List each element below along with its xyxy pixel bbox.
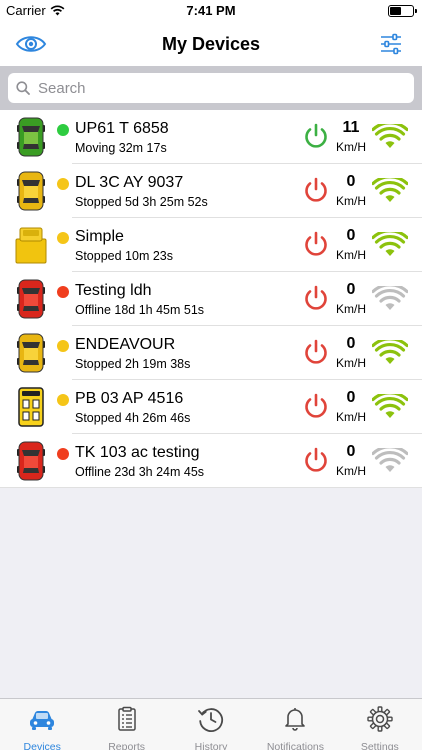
speed-readout: 0 Km/H [330,443,372,479]
signal-icon [371,229,409,258]
power-icon [302,392,330,420]
signal-icon [371,337,409,366]
device-name: UP61 T 6858 [75,120,169,137]
speed-readout: 0 Km/H [330,335,372,371]
speed-value: 0 [346,335,356,352]
filter-sliders-icon[interactable] [380,33,402,55]
battery-icon [388,5,417,17]
speed-readout: 0 Km/H [330,173,372,209]
signal-icon [371,121,409,150]
search-bar [0,66,422,110]
car-icon [28,705,56,738]
page-title: My Devices [161,34,261,54]
speed-value: 0 [346,389,356,406]
signal-icon [371,391,409,420]
device-row[interactable]: TK 103 ac testing Offline 23d 3h 24m 45s 0… [0,434,422,488]
tab-devices[interactable]: Devices [0,699,84,750]
tab-label: History [194,741,228,750]
power-icon [302,230,330,258]
device-status: Stopped 2h 19m 38s [75,357,191,371]
device-row[interactable]: UP61 T 6858 Moving 32m 17s 11 Km/H [0,110,422,164]
speed-value: 0 [346,173,356,190]
speed-unit: Km/H [336,248,366,262]
status-bar: Carrier 7:41 PM [0,0,422,22]
speed-readout: 0 Km/H [330,281,372,317]
vehicle-icon [14,117,48,157]
tab-history[interactable]: History [169,699,253,750]
device-status: Moving 32m 17s [75,141,167,155]
power-icon [302,284,330,312]
status-dot [57,394,69,406]
device-row[interactable]: Testing ldh Offline 18d 1h 45m 51s 0 Km/H [0,272,422,326]
search-input[interactable] [38,79,414,97]
device-status: Offline 23d 3h 24m 45s [75,465,205,479]
device-row[interactable]: PB 03 AP 4516 Stopped 4h 26m 46s 0 Km/H [0,380,422,434]
device-row[interactable]: ENDEAVOUR Stopped 2h 19m 38s 0 Km/H [0,326,422,380]
clock: 7:41 PM [186,3,236,18]
device-row[interactable]: Simple Stopped 10m 23s 0 Km/H [0,218,422,272]
history-clock-icon [197,705,225,738]
signal-icon [371,175,409,204]
device-name: TK 103 ac testing [75,444,200,461]
status-dot [57,232,69,244]
vehicle-icon [14,279,48,319]
speed-readout: 11 Km/H [330,119,372,155]
navigation-bar: My Devices [0,22,422,66]
speed-value: 0 [346,443,356,460]
device-status: Stopped 4h 26m 46s [75,411,191,425]
speed-unit: Km/H [336,464,366,478]
status-dot [57,124,69,136]
tab-label: Devices [23,741,61,750]
tab-settings[interactable]: Settings [338,699,422,750]
vehicle-icon [14,333,48,373]
vehicle-icon [14,171,48,211]
speed-value: 0 [346,281,356,298]
power-icon [302,446,330,474]
device-status: Offline 18d 1h 45m 51s [75,303,205,317]
vehicle-icon [14,387,48,427]
signal-icon [371,283,409,312]
power-icon [302,176,330,204]
clipboard-icon [113,705,141,738]
device-name: ENDEAVOUR [75,336,176,353]
signal-icon [371,445,409,474]
device-name: Simple [75,228,124,245]
bell-icon [281,705,309,738]
tab-label: Notifications [266,741,325,750]
speed-unit: Km/H [336,302,366,316]
device-status: Stopped 5d 3h 25m 52s [75,195,208,209]
status-dot [57,286,69,298]
search-field[interactable] [8,73,414,103]
device-row[interactable]: DL 3C AY 9037 Stopped 5d 3h 25m 52s 0 Km/H [0,164,422,218]
status-dot [57,178,69,190]
power-icon [302,338,330,366]
device-list: UP61 T 6858 Moving 32m 17s 11 Km/H DL 3C AY … [0,110,422,488]
speed-value: 11 [342,119,360,136]
status-dot [57,448,69,460]
speed-unit: Km/H [336,356,366,370]
speed-readout: 0 Km/H [330,389,372,425]
gear-icon [366,705,394,738]
tab-bar: Devices Reports History Notifications Settin… [0,698,422,750]
tab-reports[interactable]: Reports [84,699,168,750]
power-icon [302,122,330,150]
tab-label: Settings [360,741,399,750]
status-dot [57,340,69,352]
speed-readout: 0 Km/H [330,227,372,263]
speed-unit: Km/H [336,140,366,154]
speed-unit: Km/H [336,410,366,424]
device-name: DL 3C AY 9037 [75,174,184,191]
tab-notifications[interactable]: Notifications [253,699,337,750]
device-status: Stopped 10m 23s [75,249,173,263]
vehicle-icon [14,441,48,481]
device-name: Testing ldh [75,282,152,299]
speed-value: 0 [346,227,356,244]
tab-label: Reports [108,741,145,750]
speed-unit: Km/H [336,194,366,208]
search-icon [16,81,30,95]
app-screen: Carrier 7:41 PM My Devices Search UP61 T… [0,0,422,750]
device-name: PB 03 AP 4516 [75,390,184,407]
vehicle-icon [14,225,48,265]
